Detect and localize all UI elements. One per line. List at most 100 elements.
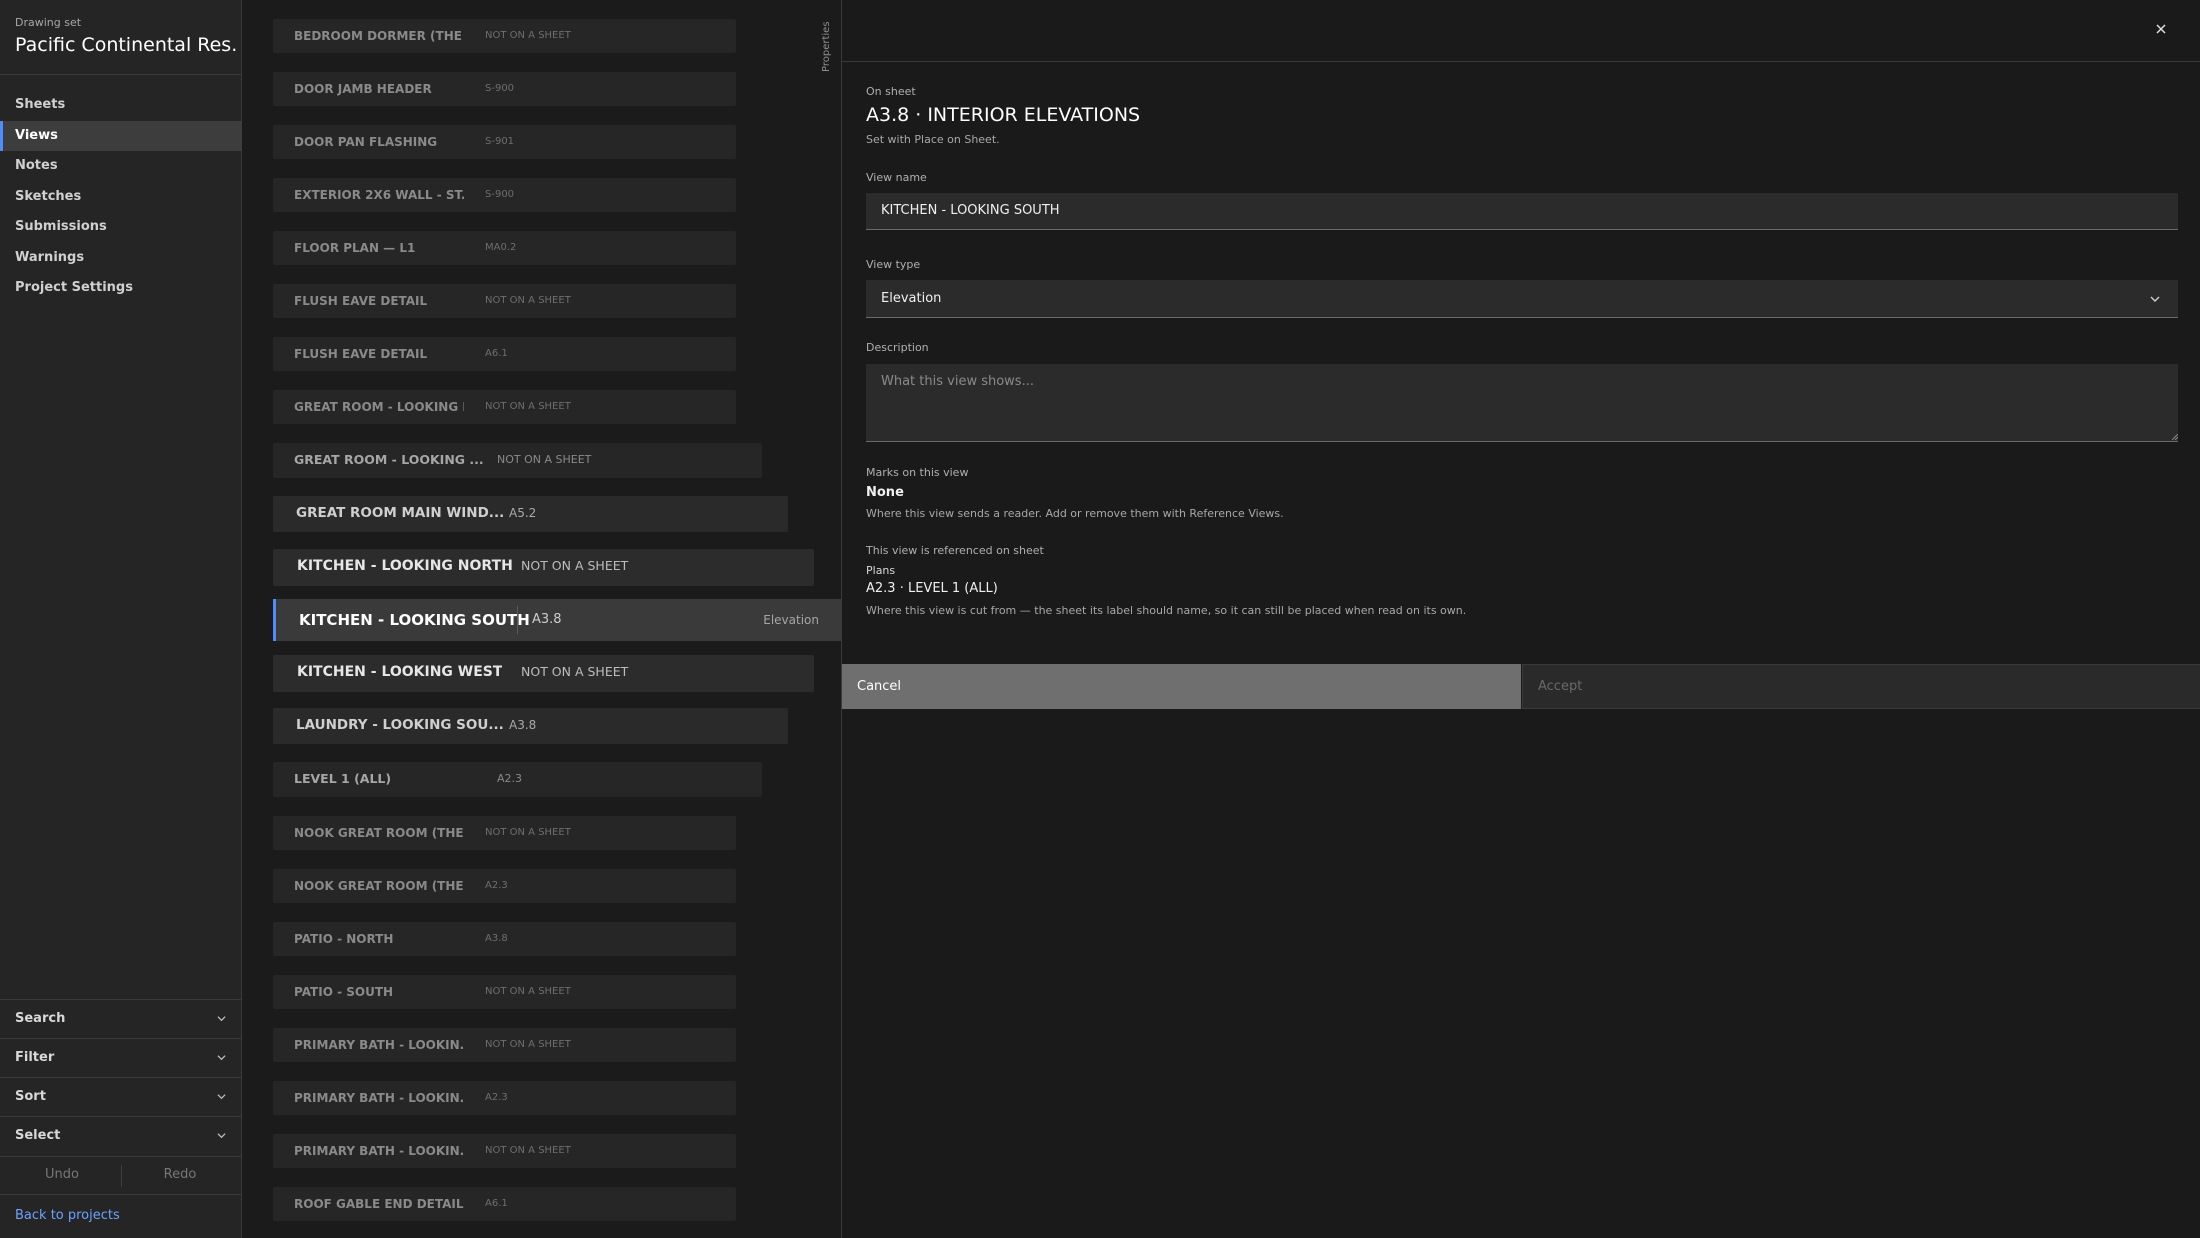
sort-accordion-label: Sort [15,1089,46,1104]
view-row-name: DOOR JAMB HEADER [294,82,432,96]
properties-tab[interactable]: Properties [821,14,835,74]
view-row-sheet: A6.1 [485,348,508,359]
sidebar-item-project-settings[interactable]: Project Settings [0,273,242,304]
on-sheet-hint: Set with Place on Sheet. [866,133,1000,146]
view-row-name: GREAT ROOM MAIN WIND... [296,505,505,521]
accept-button[interactable]: Accept [1522,664,2200,709]
referenced-sheet-value: A2.3 · LEVEL 1 (ALL) [866,581,998,596]
view-row[interactable]: NOOK GREAT ROOM (THE ... NOT ON A SHEET [273,816,736,850]
sidebar-item-sketches[interactable]: Sketches [0,182,242,213]
view-row-sheet: S-900 [485,189,515,200]
referenced-label: This view is referenced on sheet [866,544,1044,557]
view-row[interactable]: BEDROOM DORMER (THE ... NOT ON A SHEET [273,19,736,53]
view-row-name: LAUNDRY - LOOKING SOU... [296,717,504,733]
on-sheet-title: A3.8 · INTERIOR ELEVATIONS [866,104,1141,126]
view-list: BEDROOM DORMER (THE ... NOT ON A SHEET D… [243,0,841,1238]
sidebar-item-notes[interactable]: Notes [0,151,242,182]
description-label: Description [866,341,929,354]
view-row-name: GREAT ROOM - LOOKING E... [294,400,464,414]
on-sheet-label: On sheet [866,85,916,98]
chevron-down-icon [217,1094,226,1100]
view-row[interactable]: NOOK GREAT ROOM (THE ... A2.3 [273,869,736,903]
view-row-sheet: A2.3 [485,1092,508,1103]
view-row[interactable]: FLOOR PLAN — L1 MA0.2 [273,231,736,265]
view-row-name: FLUSH EAVE DETAIL [294,294,428,308]
view-row-name: DOOR PAN FLASHING [294,135,438,149]
view-row[interactable]: LAUNDRY - LOOKING SOU... A3.8 [273,708,788,744]
close-icon [2156,24,2166,34]
cancel-button[interactable]: Cancel [842,664,1521,709]
view-type-select[interactable]: Elevation [866,280,2178,318]
view-row-sheet: A5.2 [509,506,537,520]
sidebar-item-sheets[interactable]: Sheets [0,90,242,121]
view-row-name: EXTERIOR 2X6 WALL - ST... [294,188,464,202]
view-row[interactable]: EXTERIOR 2X6 WALL - ST... S-900 [273,178,736,212]
view-row-sheet: NOT ON A SHEET [485,401,571,412]
view-row-sheet: NOT ON A SHEET [485,1039,571,1050]
sidebar-item-warnings[interactable]: Warnings [0,243,242,274]
view-row-sheet: A2.3 [485,880,508,891]
view-row[interactable]: PATIO - NORTH A3.8 [273,922,736,956]
view-row-sheet: NOT ON A SHEET [485,295,571,306]
view-row[interactable]: FLUSH EAVE DETAIL A6.1 [273,337,736,371]
view-row[interactable]: KITCHEN - LOOKING WEST NOT ON A SHEET [273,655,814,692]
view-row-name: PATIO - NORTH [294,932,394,946]
view-row[interactable]: FLUSH EAVE DETAIL NOT ON A SHEET [273,284,736,318]
divider [517,606,518,634]
chevron-down-icon [217,1016,226,1022]
view-row[interactable]: GREAT ROOM - LOOKING E... NOT ON A SHEET [273,390,736,424]
filter-accordion[interactable]: Filter [0,1038,242,1077]
view-type-label: View type [866,258,921,271]
view-type-value: Elevation [881,291,942,306]
view-row-sheet: NOT ON A SHEET [485,30,571,41]
view-row[interactable]: PRIMARY BATH - LOOKIN... NOT ON A SHEET [273,1028,736,1062]
view-row-sheet: NOT ON A SHEET [521,664,629,679]
view-row-sheet: NOT ON A SHEET [521,558,629,573]
redo-button[interactable]: Redo [120,1157,240,1193]
view-row-type: Elevation [763,613,819,627]
chevron-down-icon [2150,296,2160,302]
view-row-name: NOOK GREAT ROOM (THE ... [294,826,464,840]
view-row-sheet: A6.1 [485,1198,508,1209]
resize-handle-icon[interactable] [2172,434,2178,440]
view-row[interactable]: LEVEL 1 (ALL) A2.3 [273,762,762,797]
description-field[interactable] [866,364,2178,442]
sort-accordion[interactable]: Sort [0,1077,242,1116]
view-row-sheet: MA0.2 [485,242,517,253]
referenced-group: Plans [866,564,896,577]
view-row-sheet: NOT ON A SHEET [485,1145,571,1156]
marks-hint: Where this view sends a reader. Add or r… [866,507,1284,520]
view-row-name: GREAT ROOM - LOOKING ... [294,452,484,467]
view-row-name: PRIMARY BATH - LOOKIN... [294,1091,464,1105]
properties-panel: On sheet A3.8 · INTERIOR ELEVATIONS Set … [841,0,2200,1238]
view-row[interactable]: DOOR PAN FLASHING S-901 [273,125,736,159]
view-row-selected[interactable]: KITCHEN - LOOKING SOUTH A3.8 Elevation [273,599,841,641]
sidebar-item-submissions[interactable]: Submissions [0,212,242,243]
view-row-sheet: A3.8 [509,718,537,732]
view-row-name: PRIMARY BATH - LOOKIN... [294,1144,464,1158]
view-name-field[interactable]: KITCHEN - LOOKING SOUTH [866,193,2178,230]
view-row[interactable]: DOOR JAMB HEADER S-900 [273,72,736,106]
sidebar: Drawing set Pacific Continental Res... S… [0,0,242,1238]
view-row-sheet: NOT ON A SHEET [497,453,592,466]
view-row[interactable]: GREAT ROOM - LOOKING ... NOT ON A SHEET [273,443,762,478]
view-row[interactable]: PRIMARY BATH - LOOKIN... NOT ON A SHEET [273,1134,736,1168]
close-button[interactable] [2152,20,2170,38]
divider [0,1194,242,1195]
sidebar-item-views[interactable]: Views [0,120,242,151]
view-row[interactable]: GREAT ROOM MAIN WIND... A5.2 [273,496,788,532]
search-accordion[interactable]: Search [0,999,242,1038]
view-row[interactable]: PATIO - SOUTH NOT ON A SHEET [273,975,736,1009]
sidebar-nav: Sheets Views Notes Sketches Submissions … [0,90,242,304]
view-row[interactable]: KITCHEN - LOOKING NORTH NOT ON A SHEET [273,549,814,586]
view-row-sheet: A2.3 [497,772,523,785]
undo-button[interactable]: Undo [2,1157,122,1193]
select-accordion[interactable]: Select [0,1116,242,1155]
back-to-projects-link[interactable]: Back to projects [15,1208,120,1223]
view-row-sheet: A3.8 [532,612,562,627]
view-row[interactable]: PRIMARY BATH - LOOKIN... A2.3 [273,1081,736,1115]
view-row[interactable]: ROOF GABLE END DETAIL A6.1 [273,1187,736,1221]
properties-tab-label: Properties [821,21,832,72]
view-row-name: BEDROOM DORMER (THE ... [294,29,464,43]
search-accordion-label: Search [15,1011,66,1026]
